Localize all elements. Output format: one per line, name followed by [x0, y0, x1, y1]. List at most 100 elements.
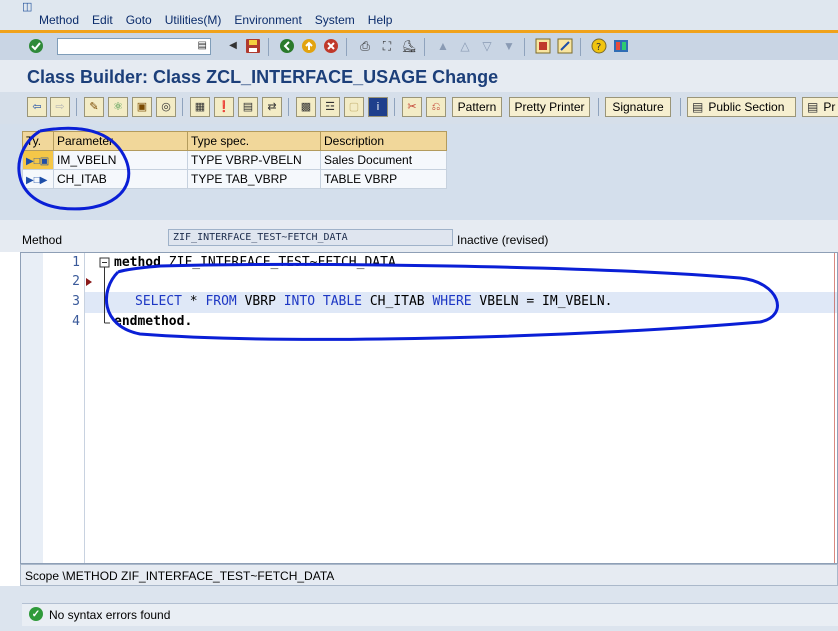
- signature-button[interactable]: Signature: [605, 97, 671, 117]
- success-check-icon: ✓: [29, 607, 43, 621]
- display-object-list-icon[interactable]: ▤: [238, 97, 258, 117]
- line-number: 2: [72, 274, 80, 289]
- back-icon[interactable]: [278, 37, 296, 55]
- find-next-icon[interactable]: ⛸: [400, 37, 418, 55]
- display-change-icon[interactable]: ✎: [84, 97, 104, 117]
- column-header-parameter[interactable]: Parameter: [53, 131, 188, 151]
- public-section-button[interactable]: ▤ Public Section: [687, 97, 796, 117]
- method-name-field: ZIF_INTERFACE_TEST~FETCH_DATA: [168, 229, 453, 246]
- code-editor[interactable]: 1 2 3 4 method ZIF_INTERFACE_TEST~FETCH_…: [20, 252, 838, 564]
- breakpoint-icon[interactable]: ❗: [214, 97, 234, 117]
- stack-icon[interactable]: ☲: [320, 97, 340, 117]
- inactive-icon[interactable]: ▢: [344, 97, 364, 117]
- menu-utilities[interactable]: Utilities(M): [165, 13, 222, 27]
- menu-goto[interactable]: Goto: [126, 13, 152, 27]
- title-bar: Class Builder: Class ZCL_INTERFACE_USAGE…: [0, 60, 838, 92]
- type-spec-cell[interactable]: TYPE VBRP-VBELN: [187, 150, 321, 170]
- menu-environment[interactable]: Environment: [234, 13, 301, 27]
- hierarchy-icon[interactable]: ▩: [296, 97, 316, 117]
- navigation-window-icon[interactable]: ⇄: [262, 97, 282, 117]
- keyword-method: method: [114, 255, 161, 270]
- separator: [288, 98, 289, 116]
- description-cell[interactable]: Sales Document: [320, 150, 447, 170]
- table-row[interactable]: ▶□▶ CH_ITAB TYPE TAB_VBRP TABLE VBRP: [22, 169, 447, 189]
- code-token: VBELN = IM_VBELN.: [471, 294, 613, 309]
- line-number: 1: [72, 255, 80, 270]
- history-dropdown-icon[interactable]: ▤: [198, 40, 207, 51]
- column-header-type[interactable]: Ty.: [22, 131, 54, 151]
- separator: [394, 98, 395, 116]
- editor-gutter: [21, 253, 44, 563]
- command-field[interactable]: ▤: [57, 38, 211, 55]
- new-session-icon[interactable]: [534, 37, 552, 55]
- customize-layout-icon[interactable]: [612, 37, 630, 55]
- print-icon[interactable]: ⎙: [356, 37, 374, 55]
- line-number: 3: [72, 294, 80, 309]
- column-header-description[interactable]: Description: [320, 131, 447, 151]
- application-toolbar: ⇦ ⇨ ✎ ⚛ ▣ ◎ ▦ ❗ ▤ ⇄ ▩ ☲ ▢ i ✂ ⎌ Pattern …: [0, 92, 838, 124]
- menu-method[interactable]: Method: [39, 13, 79, 27]
- menu-system[interactable]: System: [315, 13, 355, 27]
- type-spec-cell[interactable]: TYPE TAB_VBRP: [187, 169, 321, 189]
- keyword-select: SELECT: [135, 294, 182, 309]
- keyword-where: WHERE: [432, 294, 472, 309]
- next-object-icon[interactable]: ⇨: [50, 97, 70, 117]
- where-used-icon[interactable]: ◎: [156, 97, 176, 117]
- system-menu-icon[interactable]: ◫: [22, 0, 32, 13]
- enter-icon[interactable]: [27, 37, 45, 55]
- pattern-button[interactable]: Pattern: [452, 97, 502, 117]
- keyword-into-table: INTO TABLE: [283, 294, 363, 309]
- information-icon[interactable]: i: [368, 97, 388, 117]
- last-page-icon[interactable]: ▼: [500, 37, 518, 55]
- separator: [580, 38, 581, 56]
- collapse-arrow-icon[interactable]: ◀: [224, 37, 242, 55]
- protected-section-label: Pr: [823, 100, 836, 114]
- check-icon[interactable]: ⚛: [108, 97, 128, 117]
- public-section-label: Public Section: [708, 100, 785, 114]
- parameter-cell[interactable]: CH_ITAB: [53, 169, 188, 189]
- keyword-from: FROM: [205, 294, 237, 309]
- activate-icon[interactable]: ▣: [132, 97, 152, 117]
- description-cell[interactable]: TABLE VBRP: [320, 169, 447, 189]
- scope-text: Scope \METHOD ZIF_INTERFACE_TEST~FETCH_D…: [25, 569, 335, 583]
- pretty-printer-button[interactable]: Pretty Printer: [509, 97, 590, 117]
- first-page-icon[interactable]: ▲: [434, 37, 452, 55]
- scope-bar: Scope \METHOD ZIF_INTERFACE_TEST~FETCH_D…: [20, 564, 838, 586]
- status-bar: ✓ No syntax errors found: [0, 586, 838, 631]
- separator: [424, 38, 425, 56]
- object-list-icon[interactable]: ▦: [190, 97, 210, 117]
- find-icon[interactable]: ⛶: [378, 37, 396, 55]
- separator: [76, 98, 77, 116]
- table-row[interactable]: ▶□▣ IM_VBELN TYPE VBRP-VBELN Sales Docum…: [22, 150, 447, 170]
- type-cell[interactable]: ▶□▣: [22, 150, 54, 170]
- separator: [346, 38, 347, 56]
- save-icon[interactable]: [244, 37, 262, 55]
- column-header-type-spec[interactable]: Type spec.: [187, 131, 321, 151]
- cancel-icon[interactable]: [322, 37, 340, 55]
- help-icon[interactable]: ?: [590, 37, 608, 55]
- changing-param-icon: ▶□▶: [26, 175, 48, 186]
- status-message-box[interactable]: ✓ No syntax errors found: [22, 603, 838, 626]
- shortcut-icon[interactable]: [556, 37, 574, 55]
- previous-object-icon[interactable]: ⇦: [27, 97, 47, 117]
- protected-section-button[interactable]: ▤ Pr: [802, 97, 838, 117]
- menu-edit[interactable]: Edit: [92, 13, 113, 27]
- separator: [680, 98, 681, 116]
- standard-toolbar: ▤ ◀ ⎙ ⛶ ⛸ ▲ △ ▽ ▼ ?: [0, 30, 838, 60]
- importing-param-icon: ▶□▣: [26, 156, 50, 167]
- method-status: Inactive (revised): [457, 233, 549, 247]
- exit-icon[interactable]: [300, 37, 318, 55]
- code-line-1: method ZIF_INTERFACE_TEST~FETCH_DATA.: [114, 255, 404, 270]
- previous-page-icon[interactable]: △: [456, 37, 474, 55]
- separator: [598, 98, 599, 116]
- type-cell[interactable]: ▶□▶: [22, 169, 54, 189]
- svg-text:?: ?: [596, 42, 601, 53]
- next-page-icon[interactable]: ▽: [478, 37, 496, 55]
- paste-icon[interactable]: ⎌: [426, 97, 446, 117]
- line-number-column: 1 2 3 4: [43, 253, 85, 563]
- parameter-cell[interactable]: IM_VBELN: [53, 150, 188, 170]
- parameter-table: Ty. Parameter Type spec. Description ▶□▣…: [22, 131, 447, 189]
- cut-icon[interactable]: ✂: [402, 97, 422, 117]
- code-token: *: [181, 294, 206, 309]
- menu-help[interactable]: Help: [368, 13, 393, 27]
